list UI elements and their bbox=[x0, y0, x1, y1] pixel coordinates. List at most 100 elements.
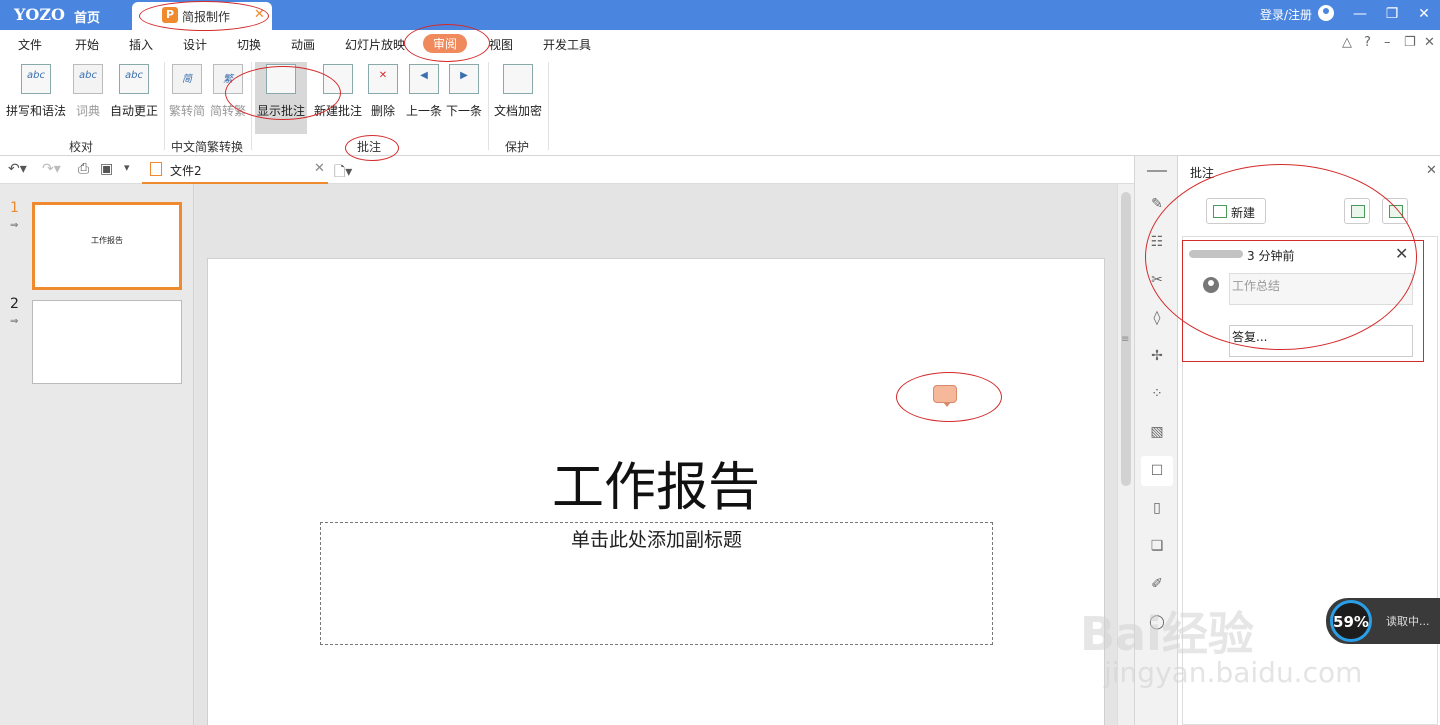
comment-card[interactable]: 3 分钟前 ✕ 工作总结 答复... bbox=[1182, 240, 1424, 362]
home-tab[interactable]: 首页 bbox=[74, 7, 100, 26]
group-separator bbox=[251, 62, 252, 150]
presentation-icon: P bbox=[162, 7, 178, 23]
menu-insert[interactable]: 插入 bbox=[129, 36, 153, 53]
clipboard-icon[interactable]: ▯ bbox=[1149, 500, 1165, 516]
group-label-comments: 批注 bbox=[357, 140, 382, 154]
panel-close-icon[interactable]: ✕ bbox=[1426, 163, 1437, 178]
dictionary-icon: abc bbox=[73, 64, 103, 94]
redo-icon[interactable]: ↷▾ bbox=[42, 161, 61, 177]
minimize-icon[interactable]: — bbox=[1350, 4, 1370, 24]
comment-panel-icon[interactable]: ☐ bbox=[1141, 456, 1173, 486]
menu-bar: 文件 开始 插入 设计 切换 动画 幻灯片放映 审阅 视图 开发工具 △ ? –… bbox=[0, 30, 1440, 58]
close-window-icon[interactable]: ✕ bbox=[1414, 4, 1434, 24]
autocorrect-icon: abc bbox=[119, 64, 149, 94]
comment-marker-icon[interactable] bbox=[933, 385, 957, 407]
spelling-grammar-button[interactable]: abc 拼写和语法 bbox=[4, 62, 68, 134]
show-comments-icon bbox=[266, 64, 296, 94]
show-comments-button[interactable]: 显示批注 bbox=[255, 62, 307, 134]
lock-key-icon bbox=[503, 64, 533, 94]
menu-animation[interactable]: 动画 bbox=[291, 36, 315, 53]
prev-comment-icon bbox=[1351, 205, 1365, 218]
new-comment-panel-button[interactable]: 新建 bbox=[1206, 198, 1266, 224]
user-icon[interactable] bbox=[1318, 5, 1334, 21]
loading-percent: 59% bbox=[1333, 613, 1369, 631]
menu-developer[interactable]: 开发工具 bbox=[543, 36, 591, 53]
simplified-to-traditional-button[interactable]: 繁 简转繁 bbox=[207, 62, 249, 134]
next-comment-button[interactable]: ▶ 下一条 bbox=[444, 62, 484, 134]
delete-comment-button[interactable]: ✕ 删除 bbox=[366, 62, 400, 134]
login-link[interactable]: 登录/注册 bbox=[1260, 6, 1312, 23]
new-file-icon[interactable]: 🗋▾ bbox=[334, 161, 352, 185]
previous-comment-icon: ◀ bbox=[409, 64, 439, 94]
file-tab-label: 文件2 bbox=[170, 164, 202, 178]
progress-ring: 59% bbox=[1330, 600, 1372, 642]
new-comment-icon bbox=[323, 64, 353, 94]
convert-simplified-icon: 简 bbox=[172, 64, 202, 94]
restore-icon[interactable]: ❐ bbox=[1382, 4, 1402, 24]
dictionary-button[interactable]: abc 词典 bbox=[68, 62, 108, 134]
spellcheck-icon: abc bbox=[21, 64, 51, 94]
brush-icon[interactable]: ◊ bbox=[1149, 310, 1165, 326]
watermark-logo: Bai经验 bbox=[1080, 607, 1254, 661]
traditional-to-simplified-button[interactable]: 简 繁转简 bbox=[166, 62, 208, 134]
delete-comment-icon[interactable]: ✕ bbox=[1395, 244, 1408, 263]
presentation-file-icon bbox=[150, 162, 162, 176]
new-comment-icon bbox=[1213, 205, 1227, 218]
avatar bbox=[1203, 277, 1219, 293]
subtitle-text: 单击此处添加副标题 bbox=[570, 529, 742, 551]
menu-file[interactable]: 文件 bbox=[18, 36, 42, 53]
next-comment-panel-button[interactable] bbox=[1382, 198, 1408, 224]
pen-icon[interactable]: ✎ bbox=[1149, 196, 1165, 212]
slide-canvas: 工作报告 单击此处添加副标题 bbox=[195, 184, 1117, 725]
copy-icon[interactable]: ❏ bbox=[1149, 538, 1165, 554]
grid-icon[interactable]: ⁘ bbox=[1149, 386, 1165, 402]
collapse-ribbon-icon[interactable]: △ bbox=[1342, 35, 1352, 50]
undo-icon[interactable]: ↶▾ bbox=[8, 161, 27, 177]
splitter-grip-icon[interactable]: ≡ bbox=[1121, 334, 1129, 345]
slide[interactable]: 工作报告 单击此处添加副标题 bbox=[207, 258, 1105, 725]
menu-view[interactable]: 视图 bbox=[489, 36, 513, 53]
strip-handle-icon[interactable] bbox=[1147, 170, 1167, 172]
menu-slideshow[interactable]: 幻灯片放映 bbox=[345, 36, 405, 53]
save-icon[interactable]: ▣ bbox=[100, 161, 113, 177]
file-tab-active[interactable]: 文件2 ✕ bbox=[142, 156, 328, 184]
tools-icon[interactable]: ✂ bbox=[1149, 272, 1165, 288]
next-comment-icon: ▶ bbox=[449, 64, 479, 94]
group-label-proofing: 校对 bbox=[69, 140, 94, 154]
app-window: YOZO 首页 P 简报制作 ✕ 登录/注册 — ❐ ✕ 文件 开始 插入 设计… bbox=[0, 0, 1440, 725]
help-icon[interactable]: ? bbox=[1364, 35, 1371, 50]
slide-thumbnail[interactable]: 工作报告 bbox=[32, 202, 182, 290]
loading-widget: 59% 读取中... bbox=[1326, 598, 1440, 644]
doc-tab-label: 简报制作 bbox=[182, 10, 231, 24]
autocorrect-button[interactable]: abc 自动更正 bbox=[108, 62, 160, 134]
ribbon-review: abc 拼写和语法 abc 词典 abc 自动更正 简 繁转简 繁 简转繁 显示… bbox=[0, 58, 1440, 156]
quick-toolbar: ↶▾ ↷▾ ⎙ ▣ ▾ 文件2 ✕ 🗋▾ bbox=[0, 156, 1134, 184]
edit-icon[interactable]: ✐ bbox=[1149, 576, 1165, 592]
slide-title[interactable]: 工作报告 bbox=[208, 445, 1104, 520]
doc-restore-icon[interactable]: ❐ bbox=[1404, 35, 1416, 50]
menu-review[interactable]: 审阅 bbox=[423, 34, 468, 53]
subtitle-placeholder[interactable]: 单击此处添加副标题 bbox=[320, 522, 993, 645]
group-separator bbox=[548, 62, 549, 150]
print-preview-icon[interactable]: ⎙ bbox=[78, 161, 89, 177]
reply-input[interactable]: 答复... bbox=[1229, 325, 1413, 357]
pinwheel-icon[interactable]: ✢ bbox=[1149, 348, 1165, 364]
slide-thumbnail[interactable] bbox=[32, 300, 182, 384]
new-comment-button[interactable]: 新建批注 bbox=[312, 62, 364, 134]
doc-tab-presentation[interactable]: P 简报制作 ✕ bbox=[132, 2, 272, 30]
comment-text[interactable]: 工作总结 bbox=[1229, 273, 1413, 305]
close-tab-icon[interactable]: ✕ bbox=[254, 7, 265, 22]
customize-toolbar-icon[interactable]: ▾ bbox=[124, 161, 130, 174]
picture-icon[interactable]: ▧ bbox=[1149, 424, 1165, 440]
encrypt-document-button[interactable]: 文档加密 bbox=[492, 62, 544, 134]
prev-comment-panel-button[interactable] bbox=[1344, 198, 1370, 224]
doc-minimize-icon[interactable]: – bbox=[1384, 35, 1391, 50]
adjust-icon[interactable]: ☷ bbox=[1149, 234, 1165, 250]
animation-indicator-icon: ⇒ bbox=[10, 220, 19, 231]
menu-home[interactable]: 开始 bbox=[75, 36, 99, 53]
close-file-tab-icon[interactable]: ✕ bbox=[314, 161, 325, 176]
doc-close-icon[interactable]: ✕ bbox=[1424, 35, 1435, 50]
previous-comment-button[interactable]: ◀ 上一条 bbox=[404, 62, 444, 134]
menu-design[interactable]: 设计 bbox=[183, 36, 207, 53]
menu-transition[interactable]: 切换 bbox=[237, 36, 261, 53]
